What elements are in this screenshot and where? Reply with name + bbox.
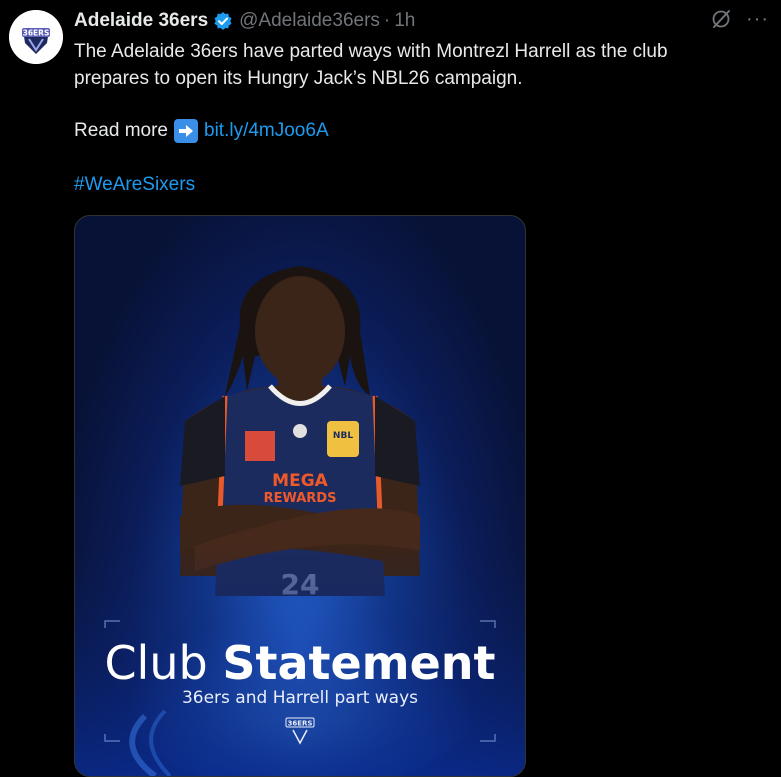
tweet-header: Adelaide 36ers @Adelaide36ers · 1h bbox=[74, 8, 761, 34]
display-name[interactable]: Adelaide 36ers bbox=[74, 10, 208, 32]
tweet-text-line-1: The Adelaide 36ers have parted ways with… bbox=[74, 41, 668, 62]
separator-dot: · bbox=[383, 10, 391, 31]
avatar[interactable]: 36ERS bbox=[9, 10, 63, 64]
card-logo: 36ERS bbox=[282, 716, 318, 746]
grok-icon[interactable] bbox=[710, 8, 732, 35]
read-more-label: Read more bbox=[74, 120, 168, 141]
jersey-sponsor-line1: MEGA bbox=[272, 471, 328, 491]
more-options-icon[interactable]: ··· bbox=[746, 9, 769, 29]
handle[interactable]: @Adelaide36ers bbox=[239, 10, 380, 32]
36ers-logo-icon: 36ERS bbox=[9, 10, 63, 64]
timestamp[interactable]: 1h bbox=[394, 10, 415, 32]
tweet-text: The Adelaide 36ers have parted ways with… bbox=[74, 38, 764, 92]
hashtag-link[interactable]: #WeAreSixers bbox=[74, 174, 195, 195]
card-logo-text: 36ERS bbox=[288, 720, 313, 728]
media-image[interactable]: NBL MEGA REWARDS 24 Club Statement 36ers… bbox=[74, 215, 526, 777]
card-subtitle: 36ers and Harrell part ways bbox=[181, 688, 419, 708]
jersey-sponsor-line2: REWARDS bbox=[264, 491, 337, 506]
hashtag-line: #WeAreSixers bbox=[74, 171, 195, 198]
card-title-light: Club bbox=[104, 636, 208, 690]
jersey-badge-text: NBL bbox=[333, 431, 353, 441]
header-actions: ··· bbox=[710, 8, 769, 35]
svg-text:36ERS: 36ERS bbox=[23, 29, 50, 38]
short-link[interactable]: bit.ly/4mJoo6A bbox=[204, 117, 329, 144]
tweet-text-line-2: prepares to open its Hungry Jack’s NBL26… bbox=[74, 68, 523, 89]
card-title-bold: Statement bbox=[222, 636, 496, 690]
right-arrow-icon bbox=[174, 118, 198, 143]
card-title: Club Statement bbox=[75, 636, 525, 690]
read-more-line: Read more bit.ly/4mJoo6A bbox=[74, 117, 329, 144]
verified-badge-icon[interactable] bbox=[213, 11, 233, 31]
